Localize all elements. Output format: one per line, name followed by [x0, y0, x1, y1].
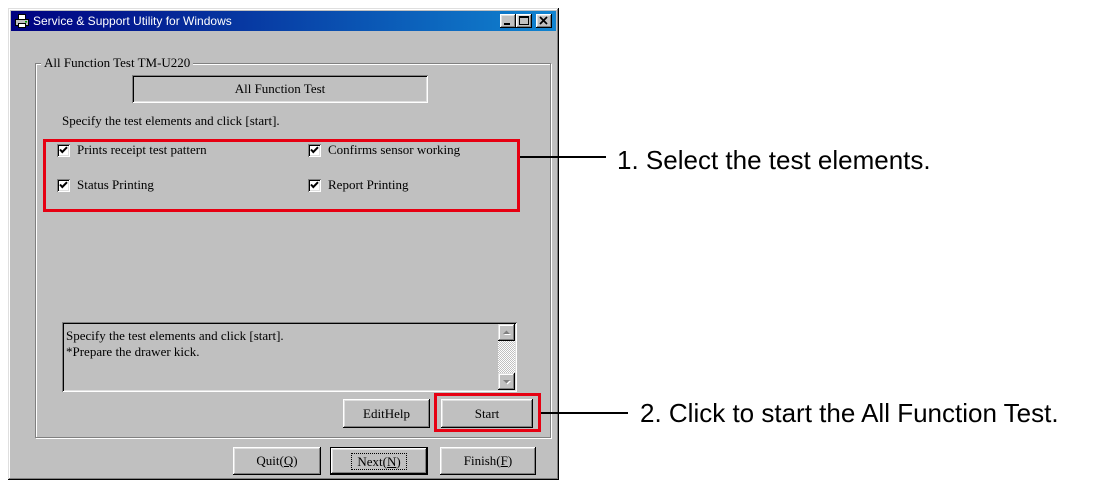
maximize-button[interactable] — [516, 14, 532, 28]
callout-select-elements: 1. Select the test elements. — [617, 145, 931, 175]
message-line: *Prepare the drawer kick. — [66, 344, 200, 359]
access-key-letter: Q — [283, 453, 294, 468]
scroll-down-arrow-icon — [503, 380, 511, 385]
message-line: Specify the test elements and click [sta… — [66, 328, 284, 343]
message-box[interactable]: Specify the test elements and click [sta… — [62, 322, 517, 392]
title-bar[interactable]: Service & Support Utility for Windows — [11, 11, 556, 31]
vertical-scrollbar[interactable] — [498, 324, 515, 390]
edit-help-button[interactable]: EditHelp — [343, 399, 430, 428]
maximize-icon — [519, 16, 529, 25]
scrollbar-track[interactable] — [498, 341, 515, 373]
scroll-down-button[interactable] — [498, 373, 515, 390]
instruction-text: Specify the test elements and click [sta… — [62, 113, 280, 128]
quit-label: Quit(Q) — [256, 453, 298, 468]
highlight-box-start — [434, 393, 541, 432]
quit-button[interactable]: Quit(Q) — [233, 447, 321, 475]
minimize-button[interactable] — [500, 14, 516, 28]
callout-leader-line — [520, 156, 606, 158]
manual-figure: Service & Support Utility for Windows Al… — [0, 0, 1095, 483]
close-icon — [539, 16, 548, 25]
access-key-letter: F — [500, 453, 508, 468]
callout-leader-line — [541, 412, 628, 414]
callout-start-test: 2. Click to start the All Function Test. — [640, 398, 1059, 428]
minimize-icon — [504, 23, 510, 25]
test-group-box: All Function Test TM-U220 All Function T… — [35, 55, 551, 438]
scroll-up-button[interactable] — [498, 324, 515, 341]
access-key-letter: N — [386, 453, 397, 469]
focus-indicator: Next(N) — [351, 452, 407, 470]
next-button[interactable]: Next(N) — [330, 447, 428, 475]
edit-help-label: EditHelp — [363, 405, 410, 421]
app-icon — [14, 13, 30, 29]
highlight-box-test-elements — [43, 139, 520, 212]
scroll-up-arrow-icon — [503, 330, 511, 335]
message-text: Specify the test elements and click [sta… — [66, 328, 284, 360]
finish-label: Finish(F) — [463, 453, 513, 468]
test-heading: All Function Test — [234, 81, 326, 96]
utility-window: Service & Support Utility for Windows Al… — [8, 8, 559, 480]
test-heading-box: All Function Test — [132, 75, 428, 103]
close-button[interactable] — [536, 14, 552, 28]
group-label: All Function Test TM-U220 — [41, 55, 194, 71]
next-label: Next(N) — [357, 453, 401, 469]
finish-button[interactable]: Finish(F) — [440, 447, 536, 475]
window-title: Service & Support Utility for Windows — [33, 14, 232, 28]
